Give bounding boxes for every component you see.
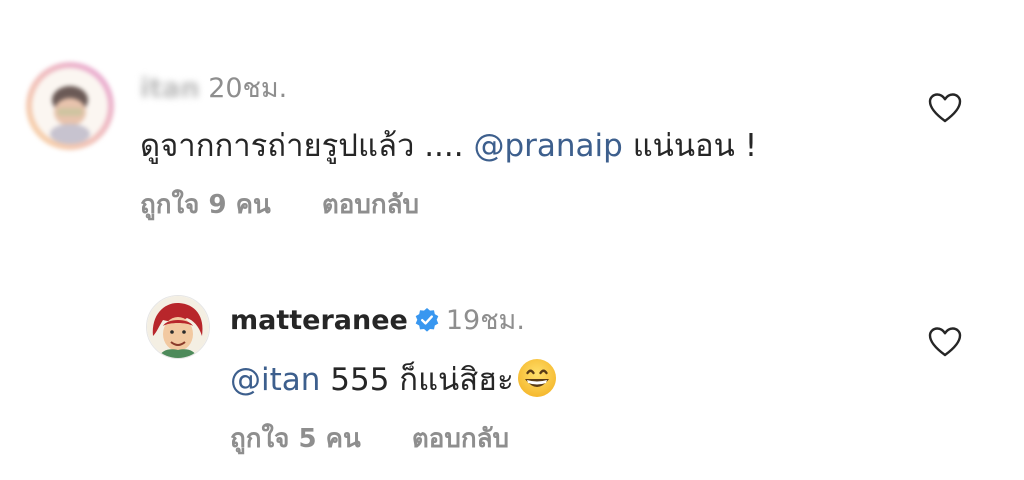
avatar[interactable] [24, 60, 116, 152]
comments-thread: itan 20ชม. ดูจากการถ่ายรูปแล้ว .... @pra… [0, 0, 1024, 480]
mention-link[interactable]: @pranaip [473, 128, 622, 164]
username[interactable]: matteranee [230, 305, 408, 336]
grinning-face-emoji-icon [516, 357, 558, 399]
username[interactable]: itan [140, 73, 200, 104]
timestamp: 20ชม. [208, 73, 288, 104]
comment-actions: ถูกใจ 5 คน ตอบกลับ [230, 418, 509, 459]
comment-actions: ถูกใจ 9 คน ตอบกลับ [140, 184, 419, 225]
mention-link[interactable]: @itan [230, 362, 320, 398]
reply-button[interactable]: ตอบกลับ [412, 418, 509, 459]
comment-text-before: ดูจากการถ่ายรูปแล้ว .... [140, 128, 474, 164]
avatar[interactable] [146, 295, 210, 359]
comment-meta: matteranee 19ชม. [230, 298, 525, 341]
likes-count[interactable]: ถูกใจ 5 คน [230, 418, 361, 459]
heart-icon[interactable] [928, 92, 962, 124]
verified-badge-icon [414, 307, 440, 333]
comment-text-after: แน่นอน ! [622, 128, 758, 164]
comment-text-after: 555 ก็แน่สิฮะ [320, 362, 514, 398]
comment-text: @itan 555 ก็แน่สิฮะ [230, 354, 558, 404]
heart-icon[interactable] [928, 326, 962, 358]
reply-button[interactable]: ตอบกลับ [322, 184, 419, 225]
timestamp: 19ชม. [445, 305, 525, 336]
comment-meta: itan 20ชม. [140, 66, 287, 109]
likes-count[interactable]: ถูกใจ 9 คน [140, 184, 271, 225]
comment-text: ดูจากการถ่ายรูปแล้ว .... @pranaip แน่นอน… [140, 120, 757, 170]
